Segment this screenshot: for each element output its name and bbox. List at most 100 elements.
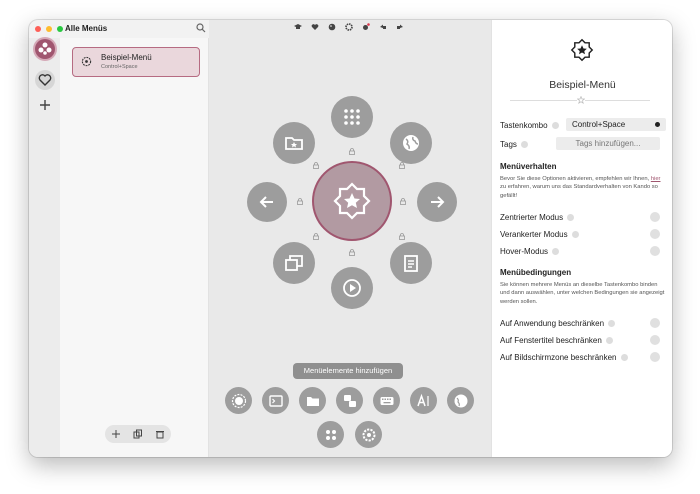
list-actions	[105, 425, 171, 443]
add-file-item[interactable]	[299, 387, 326, 414]
web-icon	[454, 394, 467, 407]
zoom-window-button[interactable]	[57, 26, 63, 32]
add-hotkey-item[interactable]	[336, 387, 363, 414]
lock-icon[interactable]	[349, 249, 355, 256]
center-menu-node[interactable]	[314, 163, 390, 239]
lock-icon[interactable]	[400, 198, 406, 205]
menu-name-title[interactable]: Beispiel-Menü	[492, 79, 672, 91]
behavior-heading: Menüverhalten	[500, 162, 557, 171]
record-shortcut-icon[interactable]	[655, 122, 660, 127]
shortcut-field[interactable]: Control+Space	[566, 118, 666, 131]
window-title: Alle Menüs	[65, 24, 108, 33]
heart-icon[interactable]	[311, 23, 319, 31]
redo-icon[interactable]	[396, 23, 404, 31]
add-uri-item[interactable]	[447, 387, 474, 414]
help-icon[interactable]	[551, 122, 559, 130]
toggle-label: Zentrierter Modus	[500, 213, 575, 222]
folder-star-icon	[285, 137, 303, 150]
keyboard-icon	[380, 396, 393, 405]
lock-icon[interactable]	[313, 233, 319, 240]
heart-icon	[38, 74, 52, 86]
properties-panel: Beispiel-Menü Tastenkombo Control+Space …	[491, 20, 672, 457]
windows-icon	[285, 255, 303, 271]
clipboard-node[interactable]	[390, 242, 432, 284]
add-text-item[interactable]	[410, 387, 437, 414]
add-ring-item[interactable]	[225, 387, 252, 414]
learn-more-link[interactable]: hier	[651, 176, 661, 182]
lock-icon[interactable]	[313, 162, 319, 169]
add-items-tooltip: Menüelemente hinzufügen	[293, 363, 403, 379]
windows-node[interactable]	[273, 242, 315, 284]
behavior-description: Bevor Sie diese Optionen aktivieren, emp…	[500, 176, 661, 199]
toggle-label: Hover-Modus	[500, 247, 560, 256]
window-title-condition-toggle[interactable]	[650, 335, 660, 345]
arrow-left-icon	[259, 196, 273, 208]
settings-icon[interactable]	[362, 23, 370, 31]
centered-mode-toggle[interactable]	[650, 212, 660, 222]
graduation-cap-icon[interactable]	[294, 23, 302, 31]
ring-icon	[231, 393, 246, 408]
lock-icon[interactable]	[399, 162, 405, 169]
hotkey-icon	[343, 394, 356, 407]
terminal-icon	[268, 394, 283, 407]
add-collection-icon[interactable]	[39, 99, 51, 111]
lock-icon[interactable]	[399, 233, 405, 240]
add-redirect-item[interactable]	[317, 421, 344, 448]
menu-card[interactable]: Beispiel-Menü Control+Space	[72, 47, 200, 77]
shortcut-value: Control+Space	[572, 120, 626, 129]
folder-icon	[306, 396, 319, 406]
folder-node[interactable]	[273, 122, 315, 164]
menu-collection-avatar[interactable]	[35, 39, 55, 59]
arrow-right-node[interactable]	[417, 182, 457, 222]
app-window: Alle Menüs Beispiel-Menü Control+Space M…	[29, 20, 672, 457]
plus-icon[interactable]	[111, 429, 121, 439]
text-icon	[416, 393, 429, 406]
hover-mode-toggle[interactable]	[650, 246, 660, 256]
add-settings-item[interactable]	[355, 421, 382, 448]
trash-icon[interactable]	[155, 429, 165, 439]
window-controls	[35, 26, 63, 32]
app-condition-toggle[interactable]	[650, 318, 660, 328]
arrow-left-node[interactable]	[247, 182, 287, 222]
toggle-label: Auf Bildschirmzone beschränken	[500, 353, 628, 362]
media-node[interactable]	[331, 267, 373, 309]
help-icon[interactable]	[567, 214, 575, 222]
help-icon[interactable]	[520, 141, 528, 149]
help-icon[interactable]	[571, 231, 579, 239]
clipboard-icon	[404, 255, 418, 272]
lock-icon[interactable]	[297, 198, 303, 205]
add-macro-item[interactable]	[373, 387, 400, 414]
search-icon[interactable]	[196, 23, 206, 33]
close-window-button[interactable]	[35, 26, 41, 32]
apps-node[interactable]	[331, 96, 373, 138]
tags-input[interactable]: Tags hinzufügen...	[556, 137, 660, 150]
toggle-label: Auf Anwendung beschränken	[500, 319, 616, 328]
help-icon[interactable]	[608, 320, 616, 328]
menu-card-name: Beispiel-Menü	[101, 53, 152, 62]
toggle-label: Verankerter Modus	[500, 230, 579, 239]
minimize-window-button[interactable]	[46, 26, 52, 32]
undo-icon[interactable]	[379, 23, 387, 31]
screen-area-condition-toggle[interactable]	[650, 352, 660, 362]
flower-icon	[38, 42, 52, 55]
anchored-mode-toggle[interactable]	[650, 229, 660, 239]
lock-icon[interactable]	[349, 148, 355, 155]
palette-icon[interactable]	[328, 23, 336, 31]
arrow-right-icon	[431, 196, 445, 208]
toggle-label: Auf Fenstertitel beschränken	[500, 336, 613, 345]
help-icon[interactable]	[552, 248, 560, 256]
gear-icon[interactable]	[345, 23, 353, 31]
menu-list-panel	[60, 38, 209, 457]
globe-icon	[403, 135, 419, 151]
add-command-item[interactable]	[262, 387, 289, 414]
help-icon[interactable]	[605, 337, 613, 345]
gear-icon	[81, 56, 92, 67]
redirect-icon	[325, 429, 336, 440]
grid-icon	[344, 109, 360, 125]
help-icon[interactable]	[620, 354, 628, 362]
favorites-button[interactable]	[35, 70, 55, 90]
star-badge-icon[interactable]	[570, 38, 594, 62]
copy-icon[interactable]	[133, 429, 143, 439]
web-node[interactable]	[390, 122, 432, 164]
canvas-toolbar	[294, 23, 404, 31]
